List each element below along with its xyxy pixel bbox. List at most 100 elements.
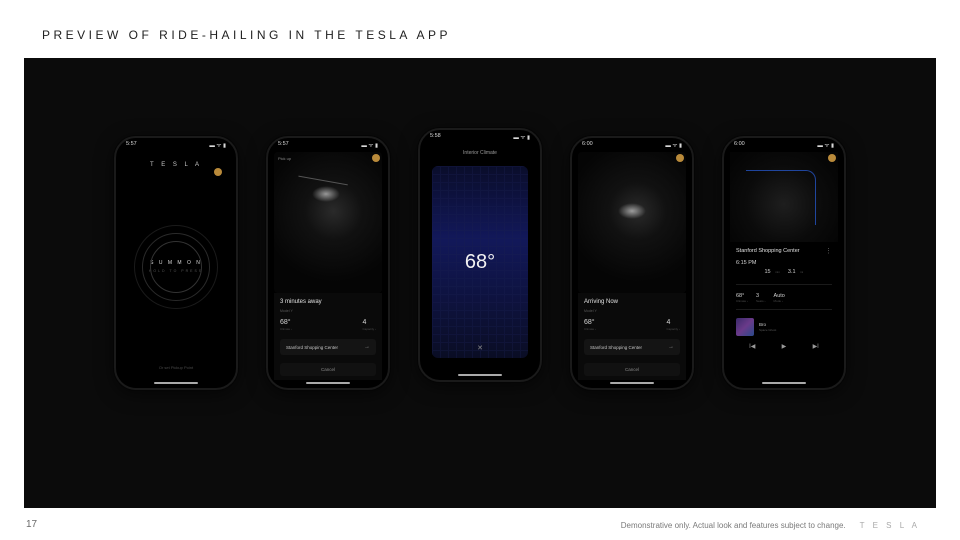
play-pause-icon[interactable]: ▶ xyxy=(782,343,787,350)
phone-enroute: 5:57 ▬ ᯤ ▮ Pick up 3 minutes away Model … xyxy=(266,136,390,390)
footer-disclaimer: Demonstrative only. Actual look and feat… xyxy=(621,521,846,530)
status-time: 6:00 xyxy=(582,141,593,149)
temp-value: 68° xyxy=(584,319,596,326)
divider xyxy=(736,284,832,285)
seats-control[interactable]: 3 Seats › xyxy=(756,293,766,303)
destination-row[interactable]: Stanford Shopping Center → xyxy=(280,339,376,355)
climate-control[interactable]: 68° Climate › xyxy=(280,319,292,331)
track-artist: Space Ghost xyxy=(759,328,776,332)
duration-unit: min xyxy=(775,270,780,274)
cancel-button[interactable]: Cancel xyxy=(584,363,680,376)
screen: Arriving Now Model Y 68° Climate › 4 Cap… xyxy=(578,152,686,380)
duration-stat: 15 min xyxy=(764,260,779,278)
status-indicators: ▬ ᯤ ▮ xyxy=(209,141,226,149)
distance-unit: mi xyxy=(800,270,803,274)
now-playing[interactable]: Bro Space Ghost xyxy=(736,318,832,336)
phone-notch xyxy=(304,140,352,152)
summon-ring-area: S U M M O N HOLD TO PRESS xyxy=(122,168,230,365)
phone-summon: 5:57 ▬ ᯤ ▮ T E S L A S U M M O N HOLD TO… xyxy=(114,136,238,390)
slide-title: PREVIEW OF RIDE-HAILING IN THE TESLA APP xyxy=(42,28,451,42)
pickup-point-link[interactable]: Or set Pickup Point xyxy=(122,365,230,370)
status-indicators: ▬ ᯤ ▮ xyxy=(817,141,834,149)
home-indicator[interactable] xyxy=(154,382,198,384)
status-time: 5:57 xyxy=(126,141,137,149)
vehicle-marker xyxy=(618,203,646,219)
prev-track-icon[interactable]: I◀ xyxy=(749,343,755,350)
profile-avatar[interactable] xyxy=(828,154,836,162)
route-line xyxy=(298,176,348,187)
page-number: 17 xyxy=(26,519,37,530)
climate-control[interactable]: 68° Climate › xyxy=(736,293,748,303)
status-time: 6:00 xyxy=(734,141,745,149)
map-view[interactable] xyxy=(730,152,838,242)
screen: T E S L A S U M M O N HOLD TO PRESS Or s… xyxy=(122,152,230,380)
home-indicator[interactable] xyxy=(762,382,806,384)
pickup-label: Pick up xyxy=(278,156,291,161)
seats-value: 4 xyxy=(666,319,680,326)
status-time: 5:57 xyxy=(278,141,289,149)
screen: Pick up 3 minutes away Model Y 68° Clima… xyxy=(274,152,382,380)
ride-card: Arriving Now Model Y 68° Climate › 4 Cap… xyxy=(578,293,686,380)
seats-label: Seats › xyxy=(756,299,766,303)
home-indicator[interactable] xyxy=(458,374,502,376)
next-track-icon[interactable]: ▶I xyxy=(813,343,819,350)
phone-notch xyxy=(760,140,808,152)
eta-stat: 6:15 PM xyxy=(736,260,756,278)
profile-avatar[interactable] xyxy=(372,154,380,162)
capacity-control[interactable]: 4 Capacity › xyxy=(666,319,680,331)
divider xyxy=(736,309,832,310)
distance-value: 3.1 xyxy=(788,269,796,275)
ride-card: Stanford Shopping Center ⋮ 6:15 PM 15 mi… xyxy=(730,242,838,352)
album-art xyxy=(736,318,754,336)
footer-logo: T E S L A xyxy=(860,521,920,530)
footer: Demonstrative only. Actual look and feat… xyxy=(621,521,920,530)
climate-title: Interior Climate xyxy=(426,150,534,156)
destination-text: Stanford Shopping Center xyxy=(286,345,338,350)
eta-title: Arriving Now xyxy=(584,299,680,305)
temp-label: Climate › xyxy=(736,299,748,303)
cancel-button[interactable]: Cancel xyxy=(280,363,376,376)
temperature-value: 68° xyxy=(465,251,495,274)
seats-label: Capacity › xyxy=(666,327,680,331)
ride-card: 3 minutes away Model Y 68° Climate › 4 C… xyxy=(274,293,382,380)
temp-value: 68° xyxy=(280,319,292,326)
profile-avatar[interactable] xyxy=(676,154,684,162)
seats-label: Capacity › xyxy=(362,327,376,331)
climate-panel[interactable]: 68° ✕ xyxy=(432,166,528,358)
phone-notch xyxy=(456,132,504,144)
arrow-right-icon: → xyxy=(364,344,370,350)
close-icon[interactable]: ✕ xyxy=(477,344,483,352)
vehicle-model: Model Y xyxy=(584,309,680,313)
duration-value: 15 xyxy=(764,269,770,275)
temp-label: Climate › xyxy=(584,327,596,331)
phone-stage: 5:57 ▬ ᯤ ▮ T E S L A S U M M O N HOLD TO… xyxy=(24,58,936,508)
vehicle-marker xyxy=(312,186,340,202)
home-indicator[interactable] xyxy=(610,382,654,384)
map-view[interactable] xyxy=(578,152,686,293)
eta-title: 3 minutes away xyxy=(280,299,376,305)
status-indicators: ▬ ᯤ ▮ xyxy=(665,141,682,149)
more-menu-icon[interactable]: ⋮ xyxy=(825,247,832,255)
destination-text: Stanford Shopping Center xyxy=(590,345,642,350)
screen: Interior Climate 68° ✕ xyxy=(426,144,534,372)
destination-text: Stanford Shopping Center xyxy=(736,248,800,254)
destination-row[interactable]: Stanford Shopping Center → xyxy=(584,339,680,355)
eta-value: 6:15 PM xyxy=(736,260,756,266)
summon-button[interactable]: S U M M O N HOLD TO PRESS xyxy=(142,233,210,301)
mode-control[interactable]: Auto Mode › xyxy=(774,293,785,303)
capacity-control[interactable]: 4 Capacity › xyxy=(362,319,376,331)
summon-sublabel: HOLD TO PRESS xyxy=(149,268,203,274)
route-line xyxy=(746,170,816,225)
mode-label: Mode › xyxy=(774,299,785,303)
map-view[interactable]: Pick up xyxy=(274,152,382,293)
temp-label: Climate › xyxy=(280,327,292,331)
phone-climate: 5:58 ▬ ᯤ ▮ Interior Climate 68° ✕ xyxy=(418,128,542,382)
climate-control[interactable]: 68° Climate › xyxy=(584,319,596,331)
phone-inride: 6:00 ▬ ᯤ ▮ Stanford Shopping Center ⋮ 6:… xyxy=(722,136,846,390)
arrow-right-icon: → xyxy=(668,344,674,350)
phone-notch xyxy=(608,140,656,152)
status-time: 5:58 xyxy=(430,133,441,141)
screen: Stanford Shopping Center ⋮ 6:15 PM 15 mi… xyxy=(730,152,838,380)
status-indicators: ▬ ᯤ ▮ xyxy=(361,141,378,149)
home-indicator[interactable] xyxy=(306,382,350,384)
